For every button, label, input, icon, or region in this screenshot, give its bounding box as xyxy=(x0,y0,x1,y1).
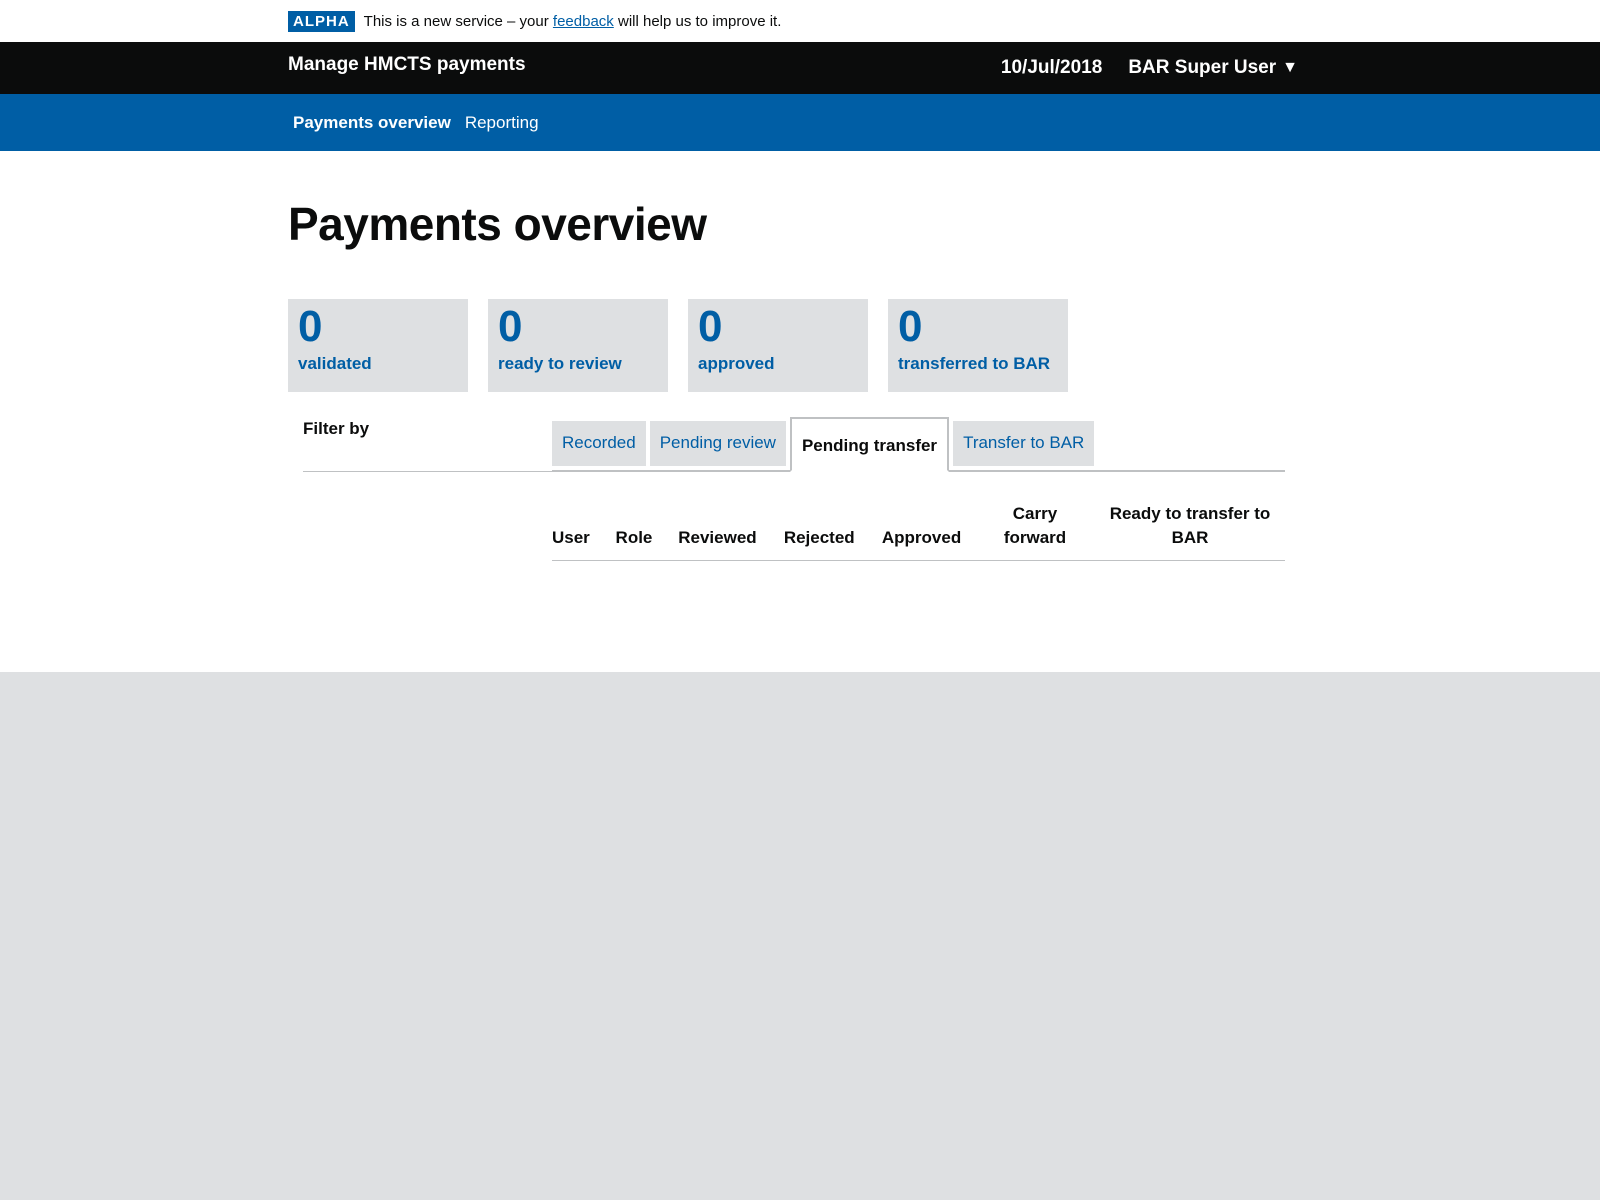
phase-tag: ALPHA xyxy=(288,10,355,32)
header-right: 10/Jul/2018 BAR Super User ▼ xyxy=(1001,57,1298,79)
main-content: Payments overview 0 validated 0 ready to… xyxy=(288,151,1298,601)
stat-transferred-to-bar[interactable]: 0 transferred to BAR xyxy=(888,299,1068,392)
user-name: BAR Super User xyxy=(1128,57,1277,78)
tab-transfer-to-bar[interactable]: Transfer to BAR xyxy=(953,421,1095,466)
stat-ready-to-review[interactable]: 0 ready to review xyxy=(488,299,668,392)
tab-recorded[interactable]: Recorded xyxy=(552,421,646,466)
service-name[interactable]: Manage HMCTS payments xyxy=(288,54,526,76)
col-reviewed: Reviewed xyxy=(664,502,771,561)
page-title: Payments overview xyxy=(288,198,707,250)
col-carry-forward: Carry forward xyxy=(975,502,1095,561)
tab-list: Recorded Pending review Pending transfer… xyxy=(552,412,1285,472)
feedback-link[interactable]: feedback xyxy=(553,13,614,30)
stat-value: 0 xyxy=(298,302,323,351)
filter-divider xyxy=(303,471,553,472)
stat-label: approved xyxy=(698,354,775,373)
stat-label: transferred to BAR xyxy=(898,354,1051,373)
tab-pending-review[interactable]: Pending review xyxy=(649,421,786,466)
col-user: User xyxy=(552,502,604,561)
filter-area: Filter by Recorded Pending review Pendin… xyxy=(288,417,1298,601)
tabs-wrap: Recorded Pending review Pending transfer… xyxy=(552,412,1285,561)
col-rejected: Rejected xyxy=(770,502,869,561)
tab-pending-transfer[interactable]: Pending transfer xyxy=(789,417,950,472)
nav-payments-overview[interactable]: Payments overview xyxy=(293,113,451,133)
phase-banner: ALPHA This is a new service – your feedb… xyxy=(288,0,1298,42)
summary-table: User Role Reviewed Rejected Approved Car… xyxy=(552,502,1285,561)
stat-validated[interactable]: 0 validated xyxy=(288,299,468,392)
filter-title: Filter by xyxy=(303,419,370,438)
user-menu[interactable]: BAR Super User ▼ xyxy=(1128,57,1298,79)
stat-value: 0 xyxy=(698,302,723,351)
caret-down-icon: ▼ xyxy=(1282,59,1298,76)
col-role: Role xyxy=(603,502,665,561)
table-header-row: User Role Reviewed Rejected Approved Car… xyxy=(552,502,1285,561)
header: Manage HMCTS payments 10/Jul/2018 BAR Su… xyxy=(0,42,1600,94)
phase-text-after: will help us to improve it. xyxy=(617,12,782,30)
page: ALPHA This is a new service – your feedb… xyxy=(0,0,1600,672)
stat-label: ready to review xyxy=(498,354,622,373)
nav-reporting[interactable]: Reporting xyxy=(465,113,539,133)
stat-approved[interactable]: 0 approved xyxy=(688,299,868,392)
stat-label: validated xyxy=(298,354,372,373)
stats-panel: 0 validated 0 ready to review 0 approved… xyxy=(288,299,1298,392)
header-date: 10/Jul/2018 xyxy=(1000,57,1103,78)
col-approved: Approved xyxy=(868,502,975,561)
stat-value: 0 xyxy=(898,302,923,351)
col-ready-to-transfer: Ready to transfer to BAR xyxy=(1095,502,1285,561)
phase-text-before: This is a new service – your xyxy=(363,12,549,30)
main-nav: Payments overview Reporting xyxy=(0,94,1600,151)
stat-value: 0 xyxy=(498,302,523,351)
